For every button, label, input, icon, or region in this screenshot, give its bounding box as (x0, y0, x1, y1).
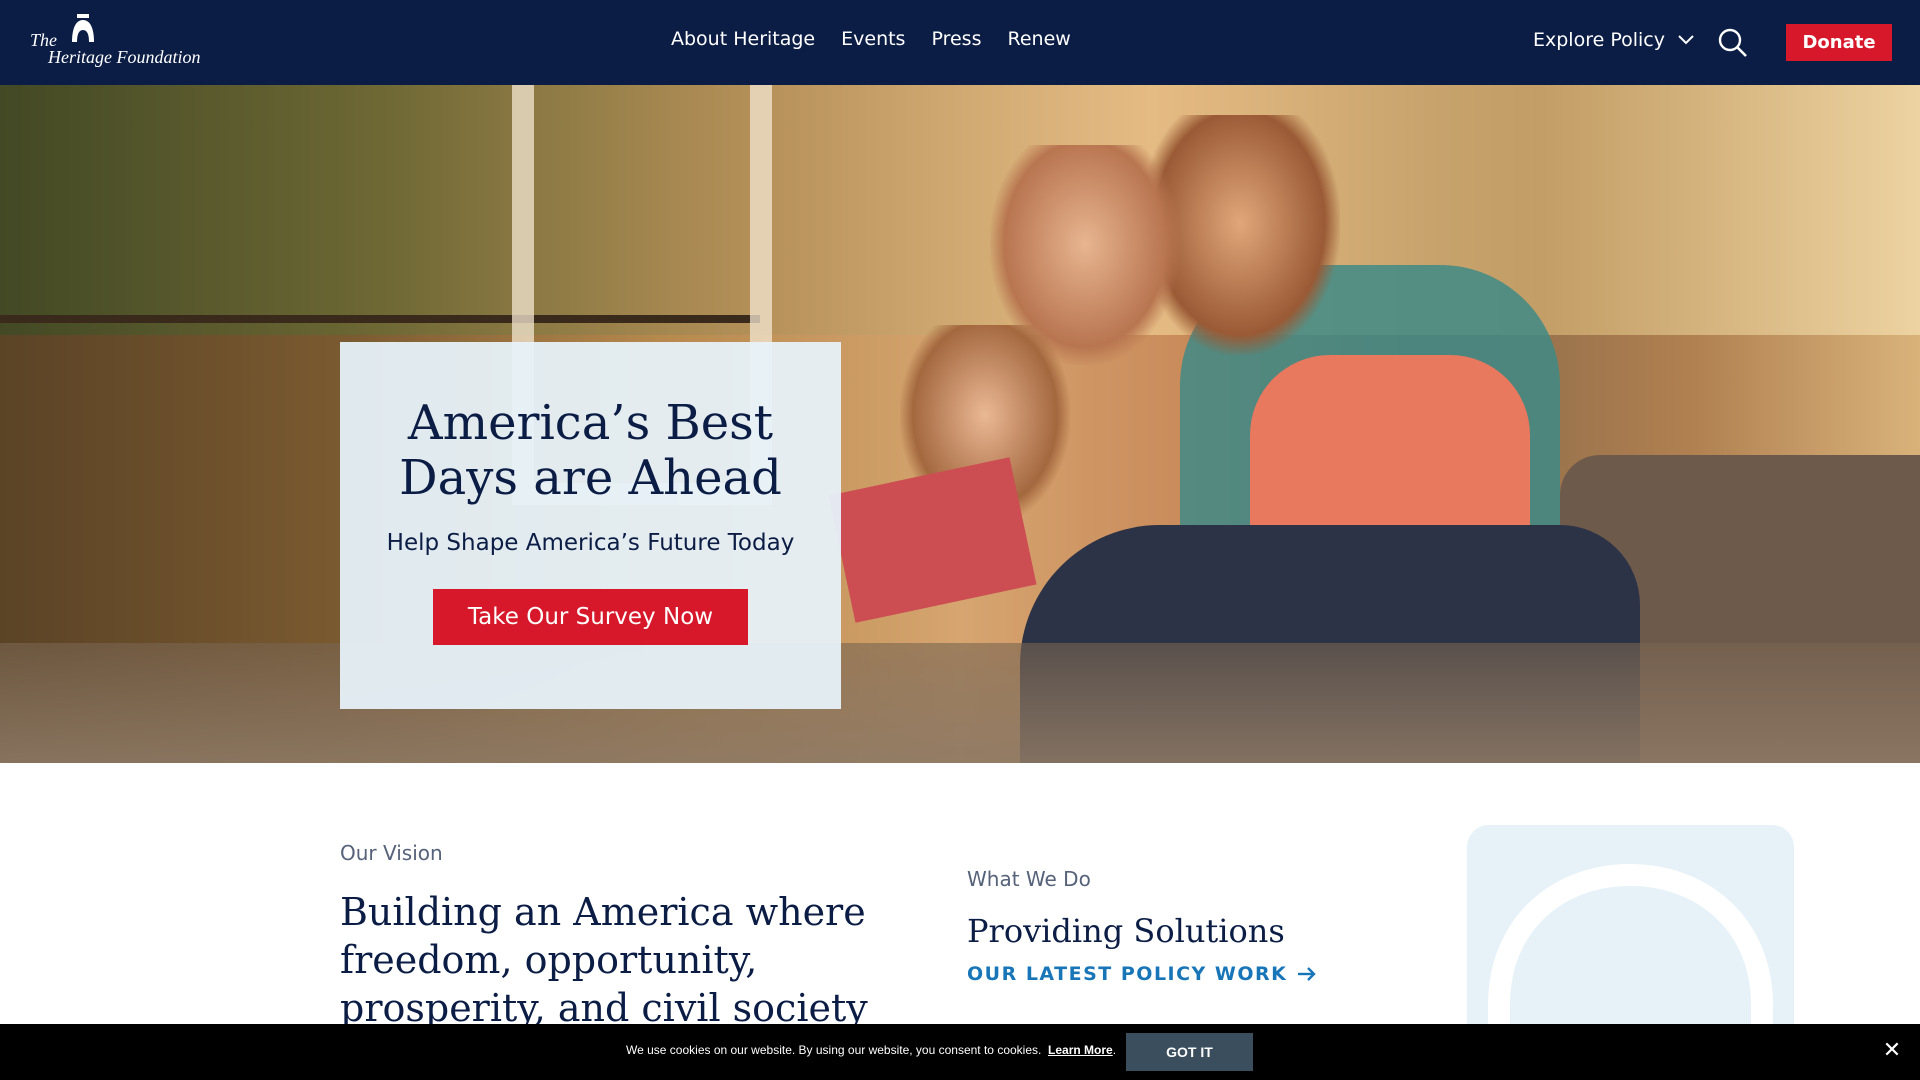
cookie-period: . (1112, 1043, 1117, 1057)
logo-text-name: Heritage Foundation (48, 47, 201, 67)
latest-policy-work-label: OUR LATEST POLICY WORK (967, 963, 1288, 985)
cookie-accept-button[interactable]: GOT IT (1126, 1033, 1253, 1071)
hero-title-line1: America’s Best (407, 395, 774, 451)
hero-book (828, 457, 1037, 623)
nav-press[interactable]: Press (931, 28, 981, 50)
providing-solutions-heading: Providing Solutions (967, 912, 1285, 950)
hero-card: America’s Best Days are Ahead Help Shape… (340, 342, 841, 709)
explore-policy-label: Explore Policy (1533, 29, 1665, 51)
hero-background-foliage (0, 85, 1920, 335)
cookie-message-text: We use cookies on our website. By using … (626, 1043, 1042, 1057)
nav-about-heritage[interactable]: About Heritage (671, 28, 815, 50)
donate-button[interactable]: Donate (1786, 24, 1892, 61)
cookie-banner: We use cookies on our website. By using … (0, 1024, 1920, 1080)
chevron-down-icon (1678, 35, 1694, 45)
close-icon[interactable]: ✕ (1882, 1039, 1902, 1061)
nav-events[interactable]: Events (841, 28, 905, 50)
take-survey-button[interactable]: Take Our Survey Now (433, 589, 748, 645)
what-we-do-label: What We Do (967, 867, 1091, 891)
search-icon[interactable] (1718, 28, 1748, 58)
arrow-right-icon (1298, 967, 1317, 981)
cookie-message: We use cookies on our website. By using … (626, 1043, 1116, 1057)
explore-policy-dropdown[interactable]: Explore Policy (1533, 29, 1695, 51)
hero-title: America’s Best Days are Ahead (340, 396, 841, 506)
hero-banner: America’s Best Days are Ahead Help Shape… (0, 85, 1920, 763)
site-header: The Heritage Foundation About Heritage E… (0, 0, 1920, 85)
hero-subtitle: Help Shape America’s Future Today (386, 530, 795, 556)
nav-renew[interactable]: Renew (1007, 28, 1070, 50)
hero-title-line2: Days are Ahead (399, 450, 782, 506)
liberty-bell-icon (72, 14, 94, 42)
hero-floor (0, 643, 1920, 763)
heritage-logo[interactable]: The Heritage Foundation (28, 14, 208, 70)
our-vision-label: Our Vision (340, 841, 443, 865)
latest-policy-work-link[interactable]: OUR LATEST POLICY WORK (967, 963, 1317, 985)
cookie-learn-more-link[interactable]: Learn More (1048, 1043, 1113, 1057)
main-nav: About Heritage Events Press Renew (671, 28, 1071, 50)
